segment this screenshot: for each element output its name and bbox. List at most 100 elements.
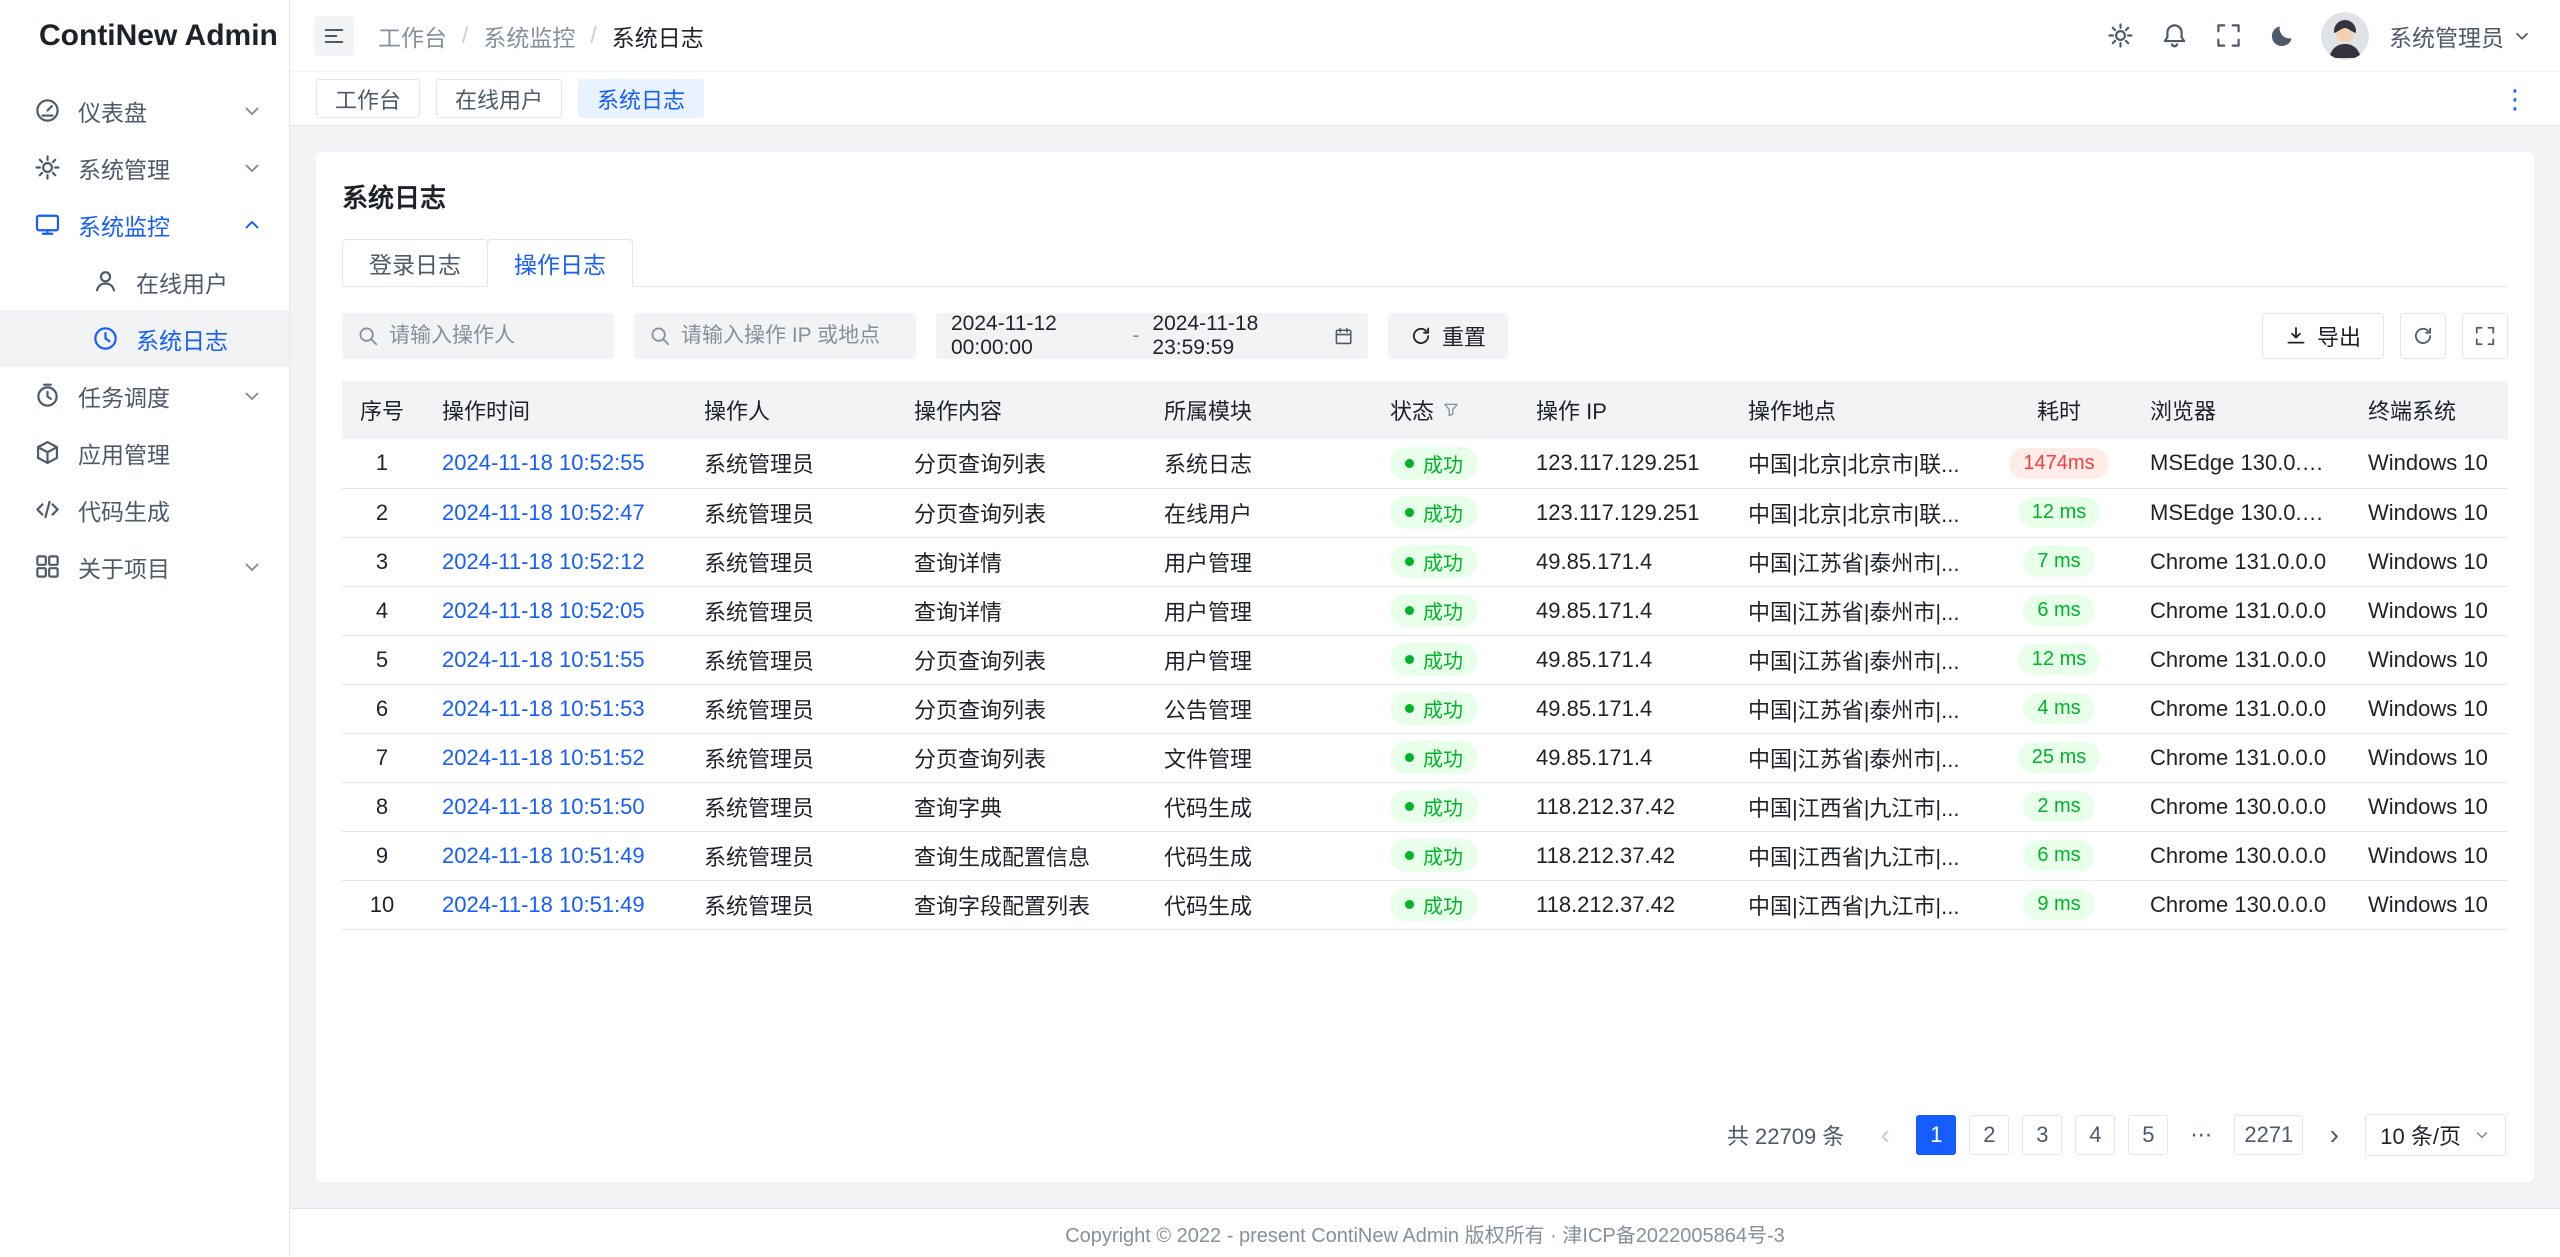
cell-no: 5 bbox=[342, 635, 422, 684]
tab-login-log[interactable]: 登录日志 bbox=[342, 239, 488, 287]
cell-ip: 49.85.171.4 bbox=[1516, 586, 1728, 635]
monitor-icon bbox=[34, 211, 61, 238]
export-button[interactable]: 导出 bbox=[2262, 313, 2384, 359]
cell-duration: 1474ms bbox=[1988, 439, 2130, 488]
tab-system-log[interactable]: 系统日志 bbox=[578, 79, 704, 118]
app-root: ContiNew Admin 仪表盘 系统管理 系统监控 在线用户 bbox=[0, 0, 2560, 1257]
tab-online-users[interactable]: 在线用户 bbox=[436, 79, 562, 118]
grid-icon bbox=[34, 553, 61, 580]
sidebar-item-system-monitor[interactable]: 系统监控 bbox=[0, 196, 289, 253]
status-badge: 成功 bbox=[1390, 496, 1478, 529]
sidebar-item-dashboard[interactable]: 仪表盘 bbox=[0, 82, 289, 139]
duration-badge: 7 ms bbox=[2023, 546, 2094, 577]
cell-no: 2 bbox=[342, 488, 422, 537]
log-time-link[interactable]: 2024-11-18 10:51:52 bbox=[442, 745, 645, 770]
date-start-value: 2024-11-12 00:00:00 bbox=[951, 312, 1119, 360]
cell-no: 6 bbox=[342, 684, 422, 733]
cell-no: 9 bbox=[342, 831, 422, 880]
status-badge: 成功 bbox=[1390, 839, 1478, 872]
copyright-text: Copyright © 2022 - present ContiNew Admi… bbox=[1065, 1219, 1785, 1248]
page-button[interactable]: 4 bbox=[2075, 1115, 2115, 1155]
ip-search-input[interactable] bbox=[681, 324, 901, 348]
cell-content: 分页查询列表 bbox=[894, 488, 1144, 537]
sidebar-item-task-schedule[interactable]: 任务调度 bbox=[0, 367, 289, 424]
cell-operator: 系统管理员 bbox=[684, 488, 894, 537]
sidebar-item-online-users[interactable]: 在线用户 bbox=[0, 253, 289, 310]
date-range-picker[interactable]: 2024-11-12 00:00:00 - 2024-11-18 23:59:5… bbox=[936, 313, 1368, 359]
cell-os: Windows 10 bbox=[2348, 880, 2508, 929]
cell-ip: 49.85.171.4 bbox=[1516, 733, 1728, 782]
cell-operator: 系统管理员 bbox=[684, 439, 894, 488]
log-time-link[interactable]: 2024-11-18 10:52:47 bbox=[442, 500, 645, 525]
cell-duration: 2 ms bbox=[1988, 782, 2130, 831]
tab-workbench[interactable]: 工作台 bbox=[316, 79, 420, 118]
sidebar-item-code-generation[interactable]: 代码生成 bbox=[0, 481, 289, 538]
filter-funnel-icon[interactable] bbox=[1442, 401, 1460, 419]
log-time-link[interactable]: 2024-11-18 10:51:50 bbox=[442, 794, 645, 819]
sidebar-item-label: 仪表盘 bbox=[78, 94, 224, 128]
tab-operation-log[interactable]: 操作日志 bbox=[487, 239, 633, 287]
sidebar-item-system-management[interactable]: 系统管理 bbox=[0, 139, 289, 196]
cell-ip: 118.212.37.42 bbox=[1516, 782, 1728, 831]
prev-page-button[interactable]: ‹ bbox=[1867, 1115, 1903, 1155]
sidebar-item-about-project[interactable]: 关于项目 bbox=[0, 538, 289, 595]
refresh-table-button[interactable] bbox=[2400, 313, 2446, 359]
duration-badge: 2 ms bbox=[2023, 791, 2094, 822]
chevron-down-icon bbox=[241, 385, 263, 407]
sidebar-menu: 仪表盘 系统管理 系统监控 在线用户 系统日志 bbox=[0, 72, 289, 605]
cell-no: 10 bbox=[342, 880, 422, 929]
cell-time: 2024-11-18 10:51:49 bbox=[422, 831, 684, 880]
log-time-link[interactable]: 2024-11-18 10:52:05 bbox=[442, 598, 645, 623]
fullscreen-button[interactable] bbox=[2205, 13, 2251, 59]
duration-badge: 25 ms bbox=[2018, 742, 2100, 773]
page-size-value: 10 条/页 bbox=[2380, 1119, 2461, 1151]
user-menu-trigger[interactable]: 系统管理员 bbox=[2389, 19, 2532, 53]
cell-ip: 118.212.37.42 bbox=[1516, 880, 1728, 929]
next-page-button[interactable]: › bbox=[2316, 1115, 2352, 1155]
log-time-link[interactable]: 2024-11-18 10:51:49 bbox=[442, 843, 645, 868]
log-time-link[interactable]: 2024-11-18 10:51:53 bbox=[442, 696, 645, 721]
page-button[interactable]: 3 bbox=[2022, 1115, 2062, 1155]
cell-browser: Chrome 131.0.0.0 bbox=[2130, 684, 2348, 733]
breadcrumb-item[interactable]: 工作台 bbox=[378, 19, 447, 53]
reset-button[interactable]: 重置 bbox=[1388, 313, 1508, 359]
notifications-button[interactable] bbox=[2151, 13, 2197, 59]
page-button[interactable]: 2 bbox=[1969, 1115, 2009, 1155]
table-fullscreen-button[interactable] bbox=[2462, 313, 2508, 359]
sidebar-collapse-button[interactable] bbox=[314, 16, 354, 56]
settings-button[interactable] bbox=[2097, 13, 2143, 59]
log-time-link[interactable]: 2024-11-18 10:51:49 bbox=[442, 892, 645, 917]
page-button[interactable]: 2271 bbox=[2234, 1115, 2303, 1155]
cell-duration: 25 ms bbox=[1988, 733, 2130, 782]
tabbar-more-icon[interactable]: ⋮ bbox=[2496, 86, 2534, 112]
breadcrumb-item[interactable]: 系统监控 bbox=[483, 19, 575, 53]
sidebar-item-app-management[interactable]: 应用管理 bbox=[0, 424, 289, 481]
log-time-link[interactable]: 2024-11-18 10:52:12 bbox=[442, 549, 645, 574]
log-time-link[interactable]: 2024-11-18 10:52:55 bbox=[442, 450, 645, 475]
log-time-link[interactable]: 2024-11-18 10:51:55 bbox=[442, 647, 645, 672]
collapse-menu-icon bbox=[322, 24, 346, 48]
cell-ip: 118.212.37.42 bbox=[1516, 831, 1728, 880]
dark-mode-button[interactable] bbox=[2259, 13, 2305, 59]
col-os: 终端系统 bbox=[2348, 381, 2508, 439]
col-module: 所属模块 bbox=[1144, 381, 1370, 439]
status-badge: 成功 bbox=[1390, 545, 1478, 578]
cell-duration: 12 ms bbox=[1988, 488, 2130, 537]
chevron-down-icon bbox=[241, 157, 263, 179]
history-icon bbox=[92, 325, 119, 352]
date-range-separator: - bbox=[1132, 324, 1139, 348]
cell-duration: 6 ms bbox=[1988, 586, 2130, 635]
user-icon bbox=[92, 268, 119, 295]
page-button[interactable]: 1 bbox=[1916, 1115, 1956, 1155]
col-status: 状态 bbox=[1370, 381, 1516, 439]
cell-duration: 12 ms bbox=[1988, 635, 2130, 684]
cell-os: Windows 10 bbox=[2348, 831, 2508, 880]
cell-location: 中国|江苏省|泰州市|... bbox=[1728, 586, 1988, 635]
cell-os: Windows 10 bbox=[2348, 488, 2508, 537]
status-dot-icon bbox=[1405, 704, 1414, 713]
avatar[interactable] bbox=[2321, 12, 2369, 60]
page-button[interactable]: 5 bbox=[2128, 1115, 2168, 1155]
sidebar-item-system-log[interactable]: 系统日志 bbox=[0, 310, 289, 367]
page-size-select[interactable]: 10 条/页 bbox=[2365, 1114, 2506, 1156]
operator-search-input[interactable] bbox=[389, 324, 599, 348]
